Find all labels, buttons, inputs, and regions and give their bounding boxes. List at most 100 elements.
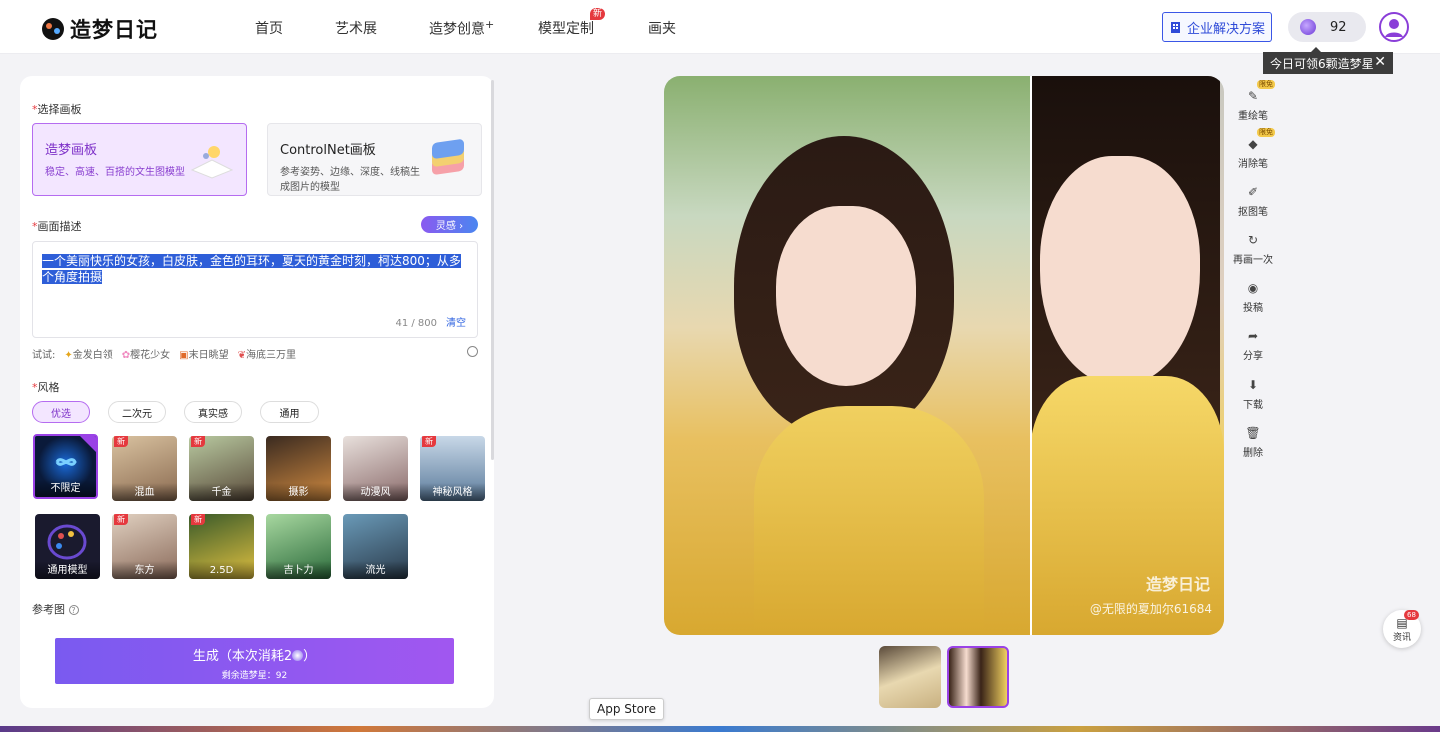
tool-label: 投稿 bbox=[1243, 303, 1263, 314]
suggestion-icon: ✦ bbox=[64, 350, 73, 361]
tool-submit[interactable]: ◉ 投稿 bbox=[1230, 280, 1276, 314]
help-icon[interactable]: ? bbox=[68, 605, 79, 615]
generate-button[interactable]: 生成（本次消耗2 ） 剩余造梦星：92 bbox=[55, 638, 454, 684]
style-2-5d[interactable]: 新 2.5D bbox=[189, 514, 254, 579]
tool-share[interactable]: ➦ 分享 bbox=[1230, 328, 1276, 362]
inspiration-button[interactable]: 灵感 › bbox=[421, 216, 478, 233]
tool-download[interactable]: ⬇ 下载 bbox=[1230, 377, 1276, 411]
watermark-logo: 造梦日记 bbox=[1145, 575, 1210, 594]
style-caption: 动漫风 bbox=[343, 483, 408, 501]
card-desc: 参考姿势、边缘、深度、线稿生成图片的模型 bbox=[280, 167, 420, 193]
nav-art-exhibition[interactable]: 艺术展 bbox=[335, 18, 377, 38]
style-caption: 不限定 bbox=[35, 479, 96, 497]
nav-home[interactable]: 首页 bbox=[255, 18, 283, 38]
style-label-text: 风格 bbox=[37, 381, 60, 394]
free-badge: 限免 bbox=[1257, 128, 1275, 137]
infinity-icon bbox=[55, 458, 77, 466]
suggestion-item[interactable]: ▣末日眺望 bbox=[179, 346, 228, 361]
dock-tooltip: App Store bbox=[589, 698, 664, 720]
eye-icon: ◉ bbox=[1247, 281, 1259, 295]
logo-icon bbox=[42, 18, 64, 40]
clear-button[interactable]: 清空 bbox=[446, 314, 466, 329]
card-title: 造梦画板 bbox=[45, 143, 98, 158]
style-oriental[interactable]: 新 东方 bbox=[112, 514, 177, 579]
style-photo[interactable]: 摄影 bbox=[266, 436, 331, 501]
char-counter: 41 / 800 bbox=[395, 318, 437, 329]
style-caption: 神秘风格 bbox=[420, 483, 485, 501]
style-caption: 东方 bbox=[112, 561, 177, 579]
nav-folder[interactable]: 画夹 bbox=[648, 18, 676, 38]
canvas-card-controlnet[interactable]: ControlNet画板 参考姿势、边缘、深度、线稿生成图片的模型 bbox=[267, 123, 482, 196]
tool-cutout[interactable]: ✐ 抠图笔 bbox=[1230, 184, 1276, 218]
style-tab-general[interactable]: 通用 bbox=[260, 401, 319, 423]
prompt-textarea[interactable]: 一个美丽快乐的女孩，白皮肤，金色的耳环，夏天的黄金时刻，柯达800；从多个角度拍… bbox=[32, 241, 478, 338]
style-label: *风格 bbox=[32, 379, 60, 395]
remaining-balance: 剩余造梦星：92 bbox=[221, 671, 288, 681]
building-icon bbox=[1170, 21, 1180, 33]
dream-star-icon bbox=[292, 650, 304, 661]
dream-star-icon bbox=[1300, 19, 1316, 35]
nav-creative-plus: + bbox=[485, 18, 495, 31]
suggestion-text: 末日眺望 bbox=[188, 350, 229, 361]
new-badge: 新 bbox=[191, 436, 205, 447]
style-mystery[interactable]: 新 神秘风格 bbox=[420, 436, 485, 501]
new-badge: 新 bbox=[590, 8, 606, 20]
suggestion-text: 樱花少女 bbox=[130, 350, 171, 361]
canvas-select-text: 选择画板 bbox=[37, 103, 82, 116]
close-icon[interactable]: ✕ bbox=[1374, 54, 1386, 70]
suggestion-item[interactable]: ❦海底三万里 bbox=[238, 346, 296, 361]
tool-label: 再画一次 bbox=[1233, 255, 1273, 266]
enterprise-button[interactable]: 企业解决方案 bbox=[1162, 12, 1272, 42]
watermark-user: @无限的夏加尔61684 bbox=[1089, 602, 1212, 616]
daily-reward-tooltip: 今日可领6颗造梦星 ✕ bbox=[1263, 47, 1393, 74]
panel-scrollbar[interactable] bbox=[491, 80, 494, 460]
nav-creative[interactable]: 造梦创意+ bbox=[429, 18, 494, 39]
style-ghibli[interactable]: 吉卜力 bbox=[266, 514, 331, 579]
brush-icon: ✎ bbox=[1247, 89, 1259, 103]
tool-eraser[interactable]: ◆ 限免 消除笔 bbox=[1230, 128, 1276, 170]
tool-redo[interactable]: ↻ 再画一次 bbox=[1230, 232, 1276, 266]
canvas-card-dream[interactable]: 造梦画板 稳定、高速、百搭的文生图模型 bbox=[32, 123, 247, 196]
canvas-select-label: *选择画板 bbox=[32, 101, 82, 117]
new-badge: 新 bbox=[114, 514, 128, 525]
user-avatar[interactable] bbox=[1379, 12, 1409, 42]
prompt-text[interactable]: 一个美丽快乐的女孩，白皮肤，金色的耳环，夏天的黄金时刻，柯达800；从多个角度拍… bbox=[42, 253, 462, 285]
style-caption: 千金 bbox=[189, 483, 254, 501]
nav-creative-label: 造梦创意 bbox=[429, 21, 485, 38]
style-mixed[interactable]: 新 混血 bbox=[112, 436, 177, 501]
nav-model-custom[interactable]: 模型定制 bbox=[538, 18, 594, 38]
tool-delete[interactable]: 🗑 删除 bbox=[1230, 425, 1276, 459]
history-thumbnail[interactable] bbox=[879, 646, 941, 708]
style-general-model[interactable]: 通用模型 bbox=[35, 514, 100, 579]
style-streamer[interactable]: 流光 bbox=[343, 514, 408, 579]
tool-label: 分享 bbox=[1243, 351, 1263, 362]
dream-star-balance[interactable]: 92 bbox=[1288, 12, 1366, 42]
user-icon bbox=[1385, 19, 1403, 37]
enterprise-label: 企业解决方案 bbox=[1186, 21, 1265, 37]
site-logo[interactable]: 造梦日记 bbox=[40, 14, 158, 44]
mac-dock-edge bbox=[0, 726, 1440, 732]
style-tab-realistic[interactable]: 真实感 bbox=[184, 401, 242, 423]
suggestion-icon: ✿ bbox=[121, 350, 131, 361]
dress-shape bbox=[754, 406, 984, 635]
style-caption: 摄影 bbox=[266, 483, 331, 501]
generated-image[interactable]: 造梦日记 @无限的夏加尔61684 bbox=[664, 76, 1224, 635]
suggestion-item[interactable]: ✦金发白领 bbox=[64, 346, 112, 361]
style-unlimited[interactable]: 不限定 bbox=[33, 434, 98, 499]
style-caption: 2.5D bbox=[189, 561, 254, 579]
style-lady[interactable]: 新 千金 bbox=[189, 436, 254, 501]
suggestion-item[interactable]: ✿樱花少女 bbox=[122, 346, 170, 361]
generate-label: 生成（本次消耗2 ） bbox=[55, 645, 454, 664]
try-suggestions: 试试: ✦金发白领 ✿樱花少女 ▣末日眺望 ❦海底三万里 bbox=[32, 346, 296, 361]
style-tab-anime[interactable]: 二次元 bbox=[108, 401, 166, 423]
news-button[interactable]: 68 ▤ 资讯 bbox=[1383, 610, 1421, 648]
canvas-illustration-icon bbox=[190, 146, 234, 179]
image-right-half bbox=[1030, 76, 1224, 635]
style-tab-featured[interactable]: 优选 bbox=[32, 401, 90, 423]
refresh-suggestions-icon[interactable] bbox=[467, 346, 478, 357]
cutout-pen-icon: ✐ bbox=[1247, 185, 1259, 199]
history-thumbnail-selected[interactable] bbox=[947, 646, 1009, 708]
style-anime[interactable]: 动漫风 bbox=[343, 436, 408, 501]
tool-redraw[interactable]: ✎ 限免 重绘笔 bbox=[1230, 80, 1276, 122]
tool-label: 删除 bbox=[1243, 448, 1263, 459]
